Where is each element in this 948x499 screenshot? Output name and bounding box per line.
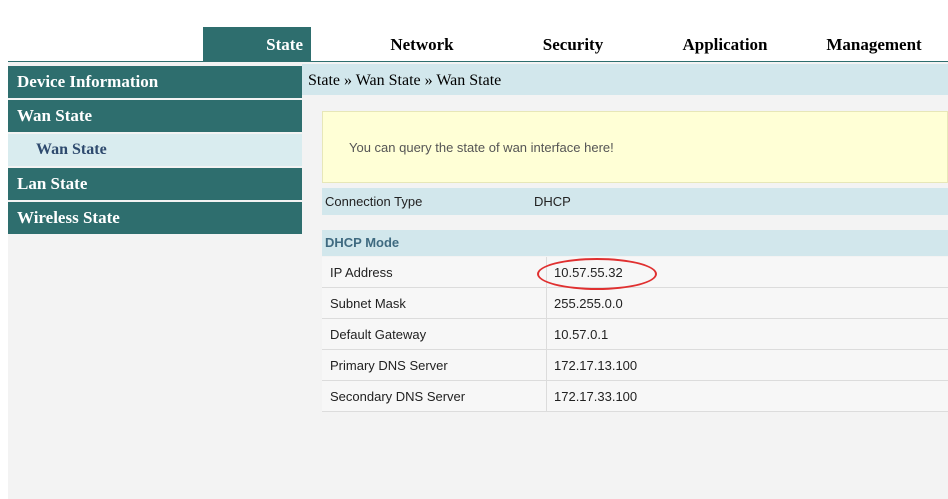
table-row-subnet-mask: Subnet Mask 255.255.0.0	[322, 288, 948, 319]
dhcp-mode-heading: DHCP Mode	[322, 230, 948, 256]
tab-management[interactable]: Management	[808, 27, 940, 61]
secondary-dns-value: 172.17.33.100	[554, 389, 638, 404]
table-row-primary-dns: Primary DNS Server 172.17.13.100	[322, 350, 948, 381]
top-navigation: State Network Security Application Manag…	[0, 0, 948, 62]
main-content: State » Wan State » Wan State You can qu…	[302, 62, 948, 499]
default-gateway-label: Default Gateway	[330, 327, 427, 342]
default-gateway-value: 10.57.0.1	[554, 327, 609, 342]
column-divider	[546, 288, 547, 318]
column-divider	[546, 319, 547, 349]
sidebar-item-device-information[interactable]: Device Information	[8, 66, 302, 98]
column-divider	[546, 381, 547, 411]
tab-network[interactable]: Network	[362, 27, 482, 61]
sidebar-subitem-wan-state[interactable]: Wan State	[8, 134, 302, 166]
connection-type-label: Connection Type	[325, 194, 423, 209]
secondary-dns-label: Secondary DNS Server	[330, 389, 466, 404]
annotation-circle	[537, 258, 657, 290]
tab-application[interactable]: Application	[662, 27, 788, 61]
sidebar-item-wireless-state[interactable]: Wireless State	[8, 202, 302, 234]
table-row-secondary-dns: Secondary DNS Server 172.17.33.100	[322, 381, 948, 412]
column-divider	[546, 350, 547, 380]
tab-security[interactable]: Security	[518, 27, 628, 61]
sidebar-item-wan-state[interactable]: Wan State	[8, 100, 302, 132]
ip-address-label: IP Address	[330, 265, 393, 280]
subnet-mask-value: 255.255.0.0	[554, 296, 623, 311]
connection-type-value: DHCP	[534, 194, 571, 209]
sidebar: Device Information Wan State Wan State L…	[8, 62, 302, 499]
table-row-default-gateway: Default Gateway 10.57.0.1	[322, 319, 948, 350]
sidebar-item-lan-state[interactable]: Lan State	[8, 168, 302, 200]
breadcrumb: State » Wan State » Wan State	[302, 64, 948, 95]
info-notice: You can query the state of wan interface…	[322, 111, 948, 183]
tab-state[interactable]: State	[203, 27, 311, 61]
primary-dns-value: 172.17.13.100	[554, 358, 638, 373]
connection-type-row: Connection Type DHCP	[322, 188, 948, 215]
subnet-mask-label: Subnet Mask	[330, 296, 406, 311]
primary-dns-label: Primary DNS Server	[330, 358, 448, 373]
